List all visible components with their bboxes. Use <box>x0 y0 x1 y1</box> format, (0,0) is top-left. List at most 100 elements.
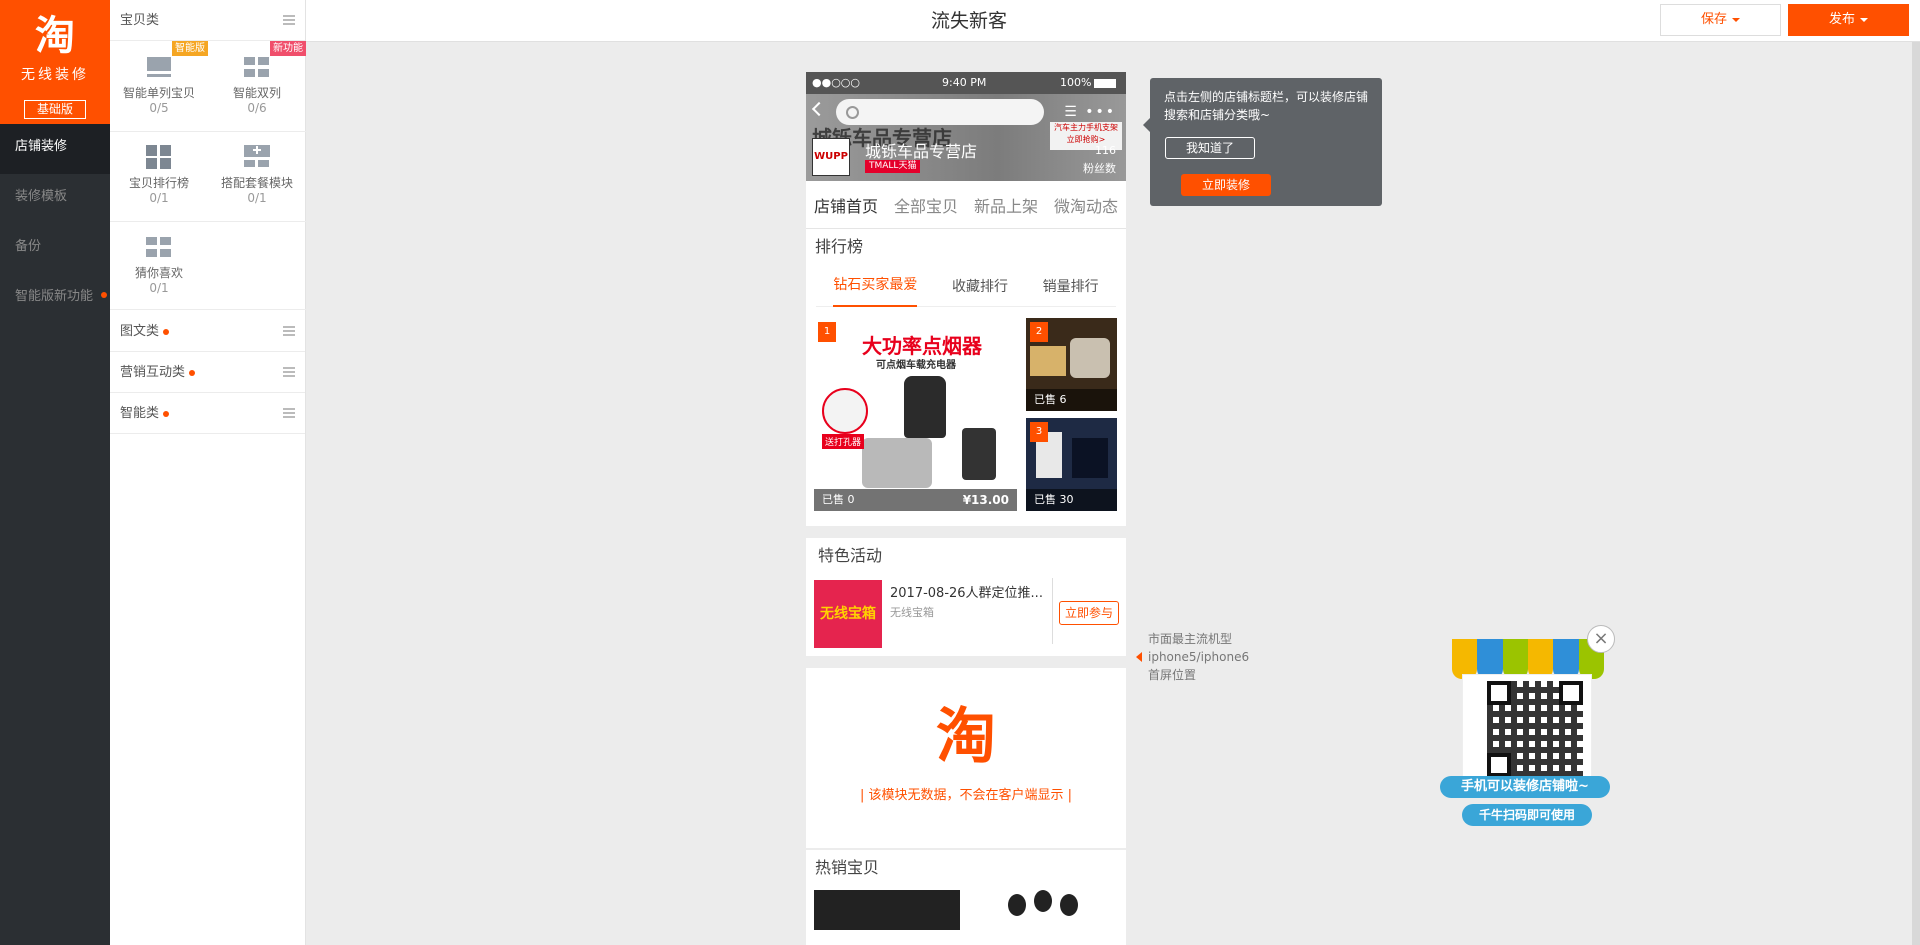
tab-all-items[interactable]: 全部宝贝 <box>894 193 958 217</box>
rank-number: 2 <box>1030 322 1048 342</box>
rank-number: 1 <box>818 322 836 342</box>
shop-tabs: 店铺首页 全部宝贝 新品上架 微淘动态 <box>806 181 1126 229</box>
section-divider <box>806 656 1126 668</box>
back-icon[interactable] <box>811 101 827 117</box>
shop-search-input[interactable] <box>836 99 1044 125</box>
nav-item-shop-decoration[interactable]: 店铺装修 <box>0 124 110 174</box>
shop-header[interactable]: 城铄车品专营店 汽车主力手机支架 立即抢购> ☰ ••• WUPP 城铄车品专营… <box>806 94 1126 181</box>
product-card[interactable]: 大功率点烟器 可点烟车载充电器 送打孔器 1 已售 0 ¥13.00 <box>814 318 1017 511</box>
nav-item-backup[interactable]: 备份 <box>0 224 110 274</box>
guide-tooltip: 点击左侧的店铺标题栏，可以装修店铺搜索和店铺分类哦~ 我知道了 立即装修 <box>1143 78 1382 206</box>
gift-badge: 送打孔器 <box>822 434 865 449</box>
product-card[interactable]: 3 已售 30 <box>1026 418 1117 511</box>
fans-info: 116 粉丝数 <box>1083 142 1116 178</box>
sold-count: 已售 6 <box>1026 389 1117 411</box>
tab-diamond-favorite[interactable]: 钻石买家最爱 <box>833 265 918 307</box>
menu-icon[interactable] <box>283 15 295 25</box>
category-baby[interactable]: 宝贝类 <box>110 0 305 41</box>
module-guess-you-like[interactable]: 猜你喜欢 0/1 <box>110 221 208 311</box>
product-headline: 大功率点烟器 <box>862 334 982 358</box>
page-scrollbar[interactable] <box>1912 42 1920 945</box>
product-image <box>1030 346 1066 376</box>
product-image <box>1070 338 1110 378</box>
product-price: ¥13.00 <box>962 493 1009 507</box>
section-divider <box>806 526 1126 538</box>
taobao-logo-icon: 淘 <box>936 702 996 772</box>
nav-item-templates[interactable]: 装修模板 <box>0 174 110 224</box>
new-dot <box>163 410 170 417</box>
qr-banner-sub: 千牛扫码即可使用 <box>1462 804 1592 826</box>
new-dot <box>101 292 107 298</box>
taobao-logo-icon: 淘 <box>35 13 75 59</box>
product-image <box>1060 894 1078 916</box>
version-badge[interactable]: 基础版 <box>24 100 86 119</box>
activity-item-subtitle: 无线宝箱 <box>890 606 934 619</box>
activity-image: 无线宝箱 <box>814 580 882 648</box>
join-button[interactable]: 立即参与 <box>1059 601 1119 625</box>
module-ranking[interactable]: 宝贝排行榜 0/1 <box>110 131 208 221</box>
tab-home[interactable]: 店铺首页 <box>814 193 878 217</box>
activity-item-title: 2017-08-26人群定位推... <box>890 586 1043 601</box>
module-combo-package[interactable]: 搭配套餐模块 0/1 <box>208 131 306 221</box>
combo-package-icon <box>244 145 270 169</box>
awning-stripe <box>1477 639 1503 679</box>
tag-smart-badge: 智能版 <box>172 41 208 56</box>
page-title: 流失新客 <box>930 10 1007 32</box>
nav-item-smart-features[interactable]: 智能版新功能 <box>0 274 110 324</box>
publish-button[interactable]: 发布 <box>1788 4 1909 36</box>
product-card[interactable]: 2 已售 6 <box>1026 318 1117 411</box>
module-grid: 智能版 智能单列宝贝 0/5 新功能 智能双列 0/6 宝贝排行榜 0/1 搭配… <box>110 41 306 311</box>
module-smart-double[interactable]: 新功能 智能双列 0/6 <box>208 41 306 131</box>
top-bar: 流失新客 保存 发布 <box>306 0 1920 42</box>
activity-module[interactable]: 特色活动 无线宝箱 2017-08-26人群定位推... 无线宝箱 立即参与 <box>806 538 1126 656</box>
qr-promo: 手机可以装修店铺啦~ 千牛扫码即可使用 <box>1440 624 1620 830</box>
product-image <box>904 376 946 438</box>
logo-subtitle: 无线装修 <box>21 67 89 83</box>
tmall-badge: TMALL天猫 <box>865 160 921 173</box>
ranking-title: 排行榜 <box>815 237 864 256</box>
menu-icon[interactable] <box>283 326 295 336</box>
product-subline: 可点烟车载充电器 <box>876 360 956 371</box>
qr-finder <box>1559 681 1583 705</box>
awning-stripe <box>1553 639 1579 679</box>
awning-graphic <box>1452 639 1604 679</box>
tab-sales-rank[interactable]: 销量排行 <box>1043 276 1099 296</box>
phone-preview: ●●○○○ 9:40 PM 100% 城铄车品专营店 汽车主力手机支架 立即抢购… <box>806 72 1126 945</box>
divider <box>1052 578 1053 644</box>
battery-text: 100% <box>1060 76 1092 89</box>
tab-weitao[interactable]: 微淘动态 <box>1054 193 1118 217</box>
product-image <box>862 438 932 488</box>
qr-code-panel <box>1462 674 1592 784</box>
ranking-module[interactable]: 排行榜 钻石买家最爱 收藏排行 销量排行 大功率点烟器 可点烟车载充电器 送打孔… <box>806 229 1126 526</box>
double-column-icon <box>244 55 270 79</box>
fans-count: 116 <box>1095 144 1116 157</box>
more-menu-icon[interactable]: ☰ ••• <box>1064 104 1116 120</box>
shop-logo: WUPP <box>812 138 850 176</box>
phone-status-bar: ●●○○○ 9:40 PM 100% <box>806 72 1126 94</box>
sold-count: 已售 30 <box>1026 489 1117 511</box>
category-smart[interactable]: 智能类 <box>110 393 305 434</box>
product-image <box>1034 890 1052 912</box>
close-icon[interactable]: × <box>1587 625 1615 653</box>
decorate-now-button[interactable]: 立即装修 <box>1181 174 1271 196</box>
module-smart-single[interactable]: 智能版 智能单列宝贝 0/5 <box>110 41 208 131</box>
category-marketing[interactable]: 营销互动类 <box>110 352 305 393</box>
category-graphic[interactable]: 图文类 <box>110 311 305 352</box>
menu-icon[interactable] <box>283 367 295 377</box>
chevron-down-icon <box>1732 17 1740 22</box>
tab-favorite-rank[interactable]: 收藏排行 <box>952 276 1008 296</box>
tab-new-arrivals[interactable]: 新品上架 <box>974 193 1038 217</box>
single-column-icon <box>146 55 172 79</box>
taobao-logo[interactable]: 淘 无线装修 基础版 <box>0 0 110 124</box>
signal-indicator: ●●○○○ <box>812 76 860 89</box>
awning-stripe <box>1452 639 1478 679</box>
got-it-button[interactable]: 我知道了 <box>1165 137 1255 159</box>
product-image <box>822 388 868 434</box>
empty-module[interactable]: 淘 | 该模块无数据，不会在客户端显示 | <box>806 668 1126 848</box>
save-button[interactable]: 保存 <box>1660 4 1781 36</box>
hot-items-module[interactable]: 热销宝贝 <box>806 850 1126 930</box>
product-image <box>1008 894 1026 916</box>
activity-item[interactable]: 无线宝箱 2017-08-26人群定位推... 无线宝箱 立即参与 <box>806 574 1126 656</box>
qr-finder <box>1487 681 1511 705</box>
menu-icon[interactable] <box>283 408 295 418</box>
